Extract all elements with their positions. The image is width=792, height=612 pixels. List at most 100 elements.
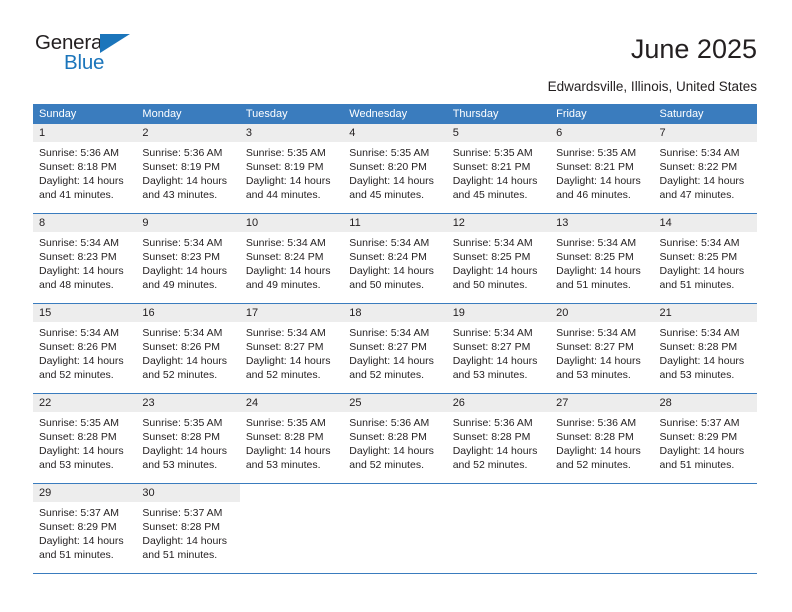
- sunset-text: Sunset: 8:23 PM: [142, 251, 221, 263]
- daylight-text-line2: and 52 minutes.: [349, 459, 424, 471]
- day-number: 28: [653, 394, 757, 412]
- day-cell[interactable]: 8 Sunrise: 5:34 AM Sunset: 8:23 PM Daylight…: [33, 214, 137, 303]
- sunset-text: Sunset: 8:27 PM: [349, 341, 427, 353]
- day-cell[interactable]: 1 Sunrise: 5:36 AM Sunset: 8:18 PM Daylight…: [33, 124, 137, 213]
- day-cell[interactable]: 26 Sunrise: 5:36 AM Sunset: 8:28 PM Dayligh…: [446, 394, 551, 483]
- page-title: June 2025: [630, 34, 757, 64]
- day-cell[interactable]: 22 Sunrise: 5:35 AM Sunset: 8:28 PM Dayligh…: [33, 394, 137, 483]
- day-details: Sunrise: 5:35 AM Sunset: 8:28 PM Daylight:…: [136, 412, 239, 472]
- sunset-text: Sunset: 8:24 PM: [349, 251, 427, 263]
- day-cell[interactable]: 2 Sunrise: 5:36 AM Sunset: 8:19 PM Daylight…: [136, 124, 240, 213]
- sunset-text: Sunset: 8:18 PM: [39, 161, 117, 173]
- daylight-text-line2: and 44 minutes.: [245, 189, 321, 201]
- day-cell[interactable]: 9 Sunrise: 5:34 AM Sunset: 8:23 PM Daylight…: [136, 214, 240, 303]
- day-cell-empty: [654, 484, 757, 573]
- sunrise-text: Sunrise: 5:34 AM: [659, 237, 740, 249]
- day-cell[interactable]: 25 Sunrise: 5:36 AM Sunset: 8:28 PM Dayligh…: [343, 394, 447, 483]
- sunset-text: Sunset: 8:21 PM: [556, 161, 634, 173]
- daylight-text-line2: and 41 minutes.: [39, 189, 114, 201]
- weekday-header-row: Sunday Monday Tuesday Wednesday Thursday Frid…: [33, 104, 757, 124]
- sunset-text: Sunset: 8:27 PM: [245, 341, 324, 353]
- day-cell[interactable]: 24 Sunrise: 5:35 AM Sunset: 8:28 PM Dayligh…: [239, 394, 344, 483]
- brand-logo[interactable]: General Blue: [35, 32, 165, 81]
- sunset-text: Sunset: 8:20 PM: [349, 161, 427, 173]
- day-cell[interactable]: 30 Sunrise: 5:37 AM Sunset: 8:28 PM Dayligh…: [136, 484, 240, 573]
- sunset-text: Sunset: 8:28 PM: [452, 431, 531, 443]
- day-cell[interactable]: 20 Sunrise: 5:34 AM Sunset: 8:27 PM Dayligh…: [550, 304, 654, 393]
- daylight-text-line2: and 47 minutes.: [659, 189, 735, 201]
- day-number: 12: [446, 214, 551, 232]
- sunrise-text: Sunrise: 5:36 AM: [142, 147, 223, 159]
- day-cell-empty: [550, 484, 653, 573]
- day-details: Sunrise: 5:35 AM Sunset: 8:21 PM Daylight:…: [447, 142, 550, 202]
- day-cell-empty: [240, 484, 343, 573]
- sunrise-text: Sunrise: 5:35 AM: [556, 147, 637, 159]
- day-cell[interactable]: 12 Sunrise: 5:34 AM Sunset: 8:25 PM Dayligh…: [446, 214, 551, 303]
- day-cell[interactable]: 23 Sunrise: 5:35 AM Sunset: 8:28 PM Dayligh…: [136, 394, 240, 483]
- day-number: 3: [239, 124, 344, 142]
- day-number: [654, 484, 757, 502]
- day-cell[interactable]: 4 Sunrise: 5:35 AM Sunset: 8:20 PM Daylight…: [343, 124, 447, 213]
- sunset-text: Sunset: 8:28 PM: [556, 431, 634, 443]
- sunset-text: Sunset: 8:27 PM: [452, 341, 531, 353]
- day-details: Sunrise: 5:34 AM Sunset: 8:25 PM Daylight:…: [550, 232, 653, 292]
- day-number: 15: [33, 304, 137, 322]
- sunset-text: Sunset: 8:21 PM: [452, 161, 531, 173]
- daylight-text-line2: and 51 minutes.: [659, 459, 735, 471]
- daylight-text-line1: Daylight: 14 hours: [659, 265, 745, 277]
- daylight-text-line2: and 52 minutes.: [142, 369, 218, 381]
- day-cell[interactable]: 29 Sunrise: 5:37 AM Sunset: 8:29 PM Dayligh…: [33, 484, 137, 573]
- daylight-text-line2: and 51 minutes.: [39, 549, 114, 561]
- day-cell[interactable]: 3 Sunrise: 5:35 AM Sunset: 8:19 PM Daylight…: [239, 124, 344, 213]
- daylight-text-line1: Daylight: 14 hours: [245, 445, 331, 457]
- sunrise-text: Sunrise: 5:34 AM: [452, 327, 533, 339]
- daylight-text-line2: and 52 minutes.: [452, 459, 528, 471]
- day-number: 7: [653, 124, 757, 142]
- week-row: 8 Sunrise: 5:34 AM Sunset: 8:23 PM Daylight…: [33, 213, 757, 303]
- day-details: Sunrise: 5:35 AM Sunset: 8:20 PM Daylight:…: [343, 142, 446, 202]
- day-details: Sunrise: 5:37 AM Sunset: 8:29 PM Daylight:…: [33, 502, 136, 562]
- day-cell[interactable]: 7 Sunrise: 5:34 AM Sunset: 8:22 PM Daylight…: [653, 124, 757, 213]
- day-cell[interactable]: 14 Sunrise: 5:34 AM Sunset: 8:25 PM Dayligh…: [653, 214, 757, 303]
- sunrise-text: Sunrise: 5:37 AM: [659, 417, 740, 429]
- day-cell[interactable]: 16 Sunrise: 5:34 AM Sunset: 8:26 PM Dayligh…: [136, 304, 240, 393]
- day-details: Sunrise: 5:34 AM Sunset: 8:27 PM Daylight:…: [447, 322, 550, 382]
- daylight-text-line1: Daylight: 14 hours: [659, 175, 745, 187]
- daylight-text-line2: and 51 minutes.: [142, 549, 218, 561]
- sunset-text: Sunset: 8:28 PM: [245, 431, 324, 443]
- day-details: Sunrise: 5:34 AM Sunset: 8:26 PM Daylight:…: [33, 322, 136, 382]
- day-cell[interactable]: 11 Sunrise: 5:34 AM Sunset: 8:24 PM Dayligh…: [343, 214, 447, 303]
- day-details: Sunrise: 5:34 AM Sunset: 8:23 PM Daylight:…: [136, 232, 239, 292]
- sunset-text: Sunset: 8:28 PM: [142, 521, 221, 533]
- daylight-text-line1: Daylight: 14 hours: [142, 265, 228, 277]
- daylight-text-line1: Daylight: 14 hours: [556, 265, 641, 277]
- day-details: Sunrise: 5:35 AM Sunset: 8:21 PM Daylight:…: [550, 142, 653, 202]
- daylight-text-line1: Daylight: 14 hours: [39, 175, 124, 187]
- daylight-text-line1: Daylight: 14 hours: [452, 175, 538, 187]
- day-cell[interactable]: 10 Sunrise: 5:34 AM Sunset: 8:24 PM Dayligh…: [239, 214, 344, 303]
- day-cell[interactable]: 13 Sunrise: 5:34 AM Sunset: 8:25 PM Dayligh…: [550, 214, 654, 303]
- day-cell[interactable]: 5 Sunrise: 5:35 AM Sunset: 8:21 PM Daylight…: [446, 124, 551, 213]
- day-cell[interactable]: 21 Sunrise: 5:34 AM Sunset: 8:28 PM Dayligh…: [653, 304, 757, 393]
- sunrise-text: Sunrise: 5:34 AM: [452, 237, 533, 249]
- sunrise-text: Sunrise: 5:36 AM: [39, 147, 119, 159]
- day-cell[interactable]: 17 Sunrise: 5:34 AM Sunset: 8:27 PM Dayligh…: [239, 304, 344, 393]
- sunrise-text: Sunrise: 5:36 AM: [349, 417, 430, 429]
- day-cell[interactable]: 18 Sunrise: 5:34 AM Sunset: 8:27 PM Dayligh…: [343, 304, 447, 393]
- day-cell[interactable]: 28 Sunrise: 5:37 AM Sunset: 8:29 PM Dayligh…: [653, 394, 757, 483]
- daylight-text-line1: Daylight: 14 hours: [349, 265, 434, 277]
- week-row: 29 Sunrise: 5:37 AM Sunset: 8:29 PM Dayligh…: [33, 483, 757, 573]
- day-number: 8: [33, 214, 137, 232]
- day-cell[interactable]: 6 Sunrise: 5:35 AM Sunset: 8:21 PM Daylight…: [550, 124, 654, 213]
- sunset-text: Sunset: 8:25 PM: [452, 251, 531, 263]
- day-details: Sunrise: 5:34 AM Sunset: 8:25 PM Daylight:…: [447, 232, 550, 292]
- daylight-text-line2: and 53 minutes.: [556, 369, 631, 381]
- sunrise-text: Sunrise: 5:34 AM: [39, 327, 119, 339]
- calendar-bottom-border: [33, 573, 757, 574]
- weekday-header-wednesday: Wednesday: [349, 108, 408, 120]
- day-cell-empty: [343, 484, 446, 573]
- day-number: 5: [446, 124, 551, 142]
- day-cell[interactable]: 15 Sunrise: 5:34 AM Sunset: 8:26 PM Dayligh…: [33, 304, 137, 393]
- day-cell[interactable]: 27 Sunrise: 5:36 AM Sunset: 8:28 PM Dayligh…: [550, 394, 654, 483]
- day-cell[interactable]: 19 Sunrise: 5:34 AM Sunset: 8:27 PM Dayligh…: [446, 304, 551, 393]
